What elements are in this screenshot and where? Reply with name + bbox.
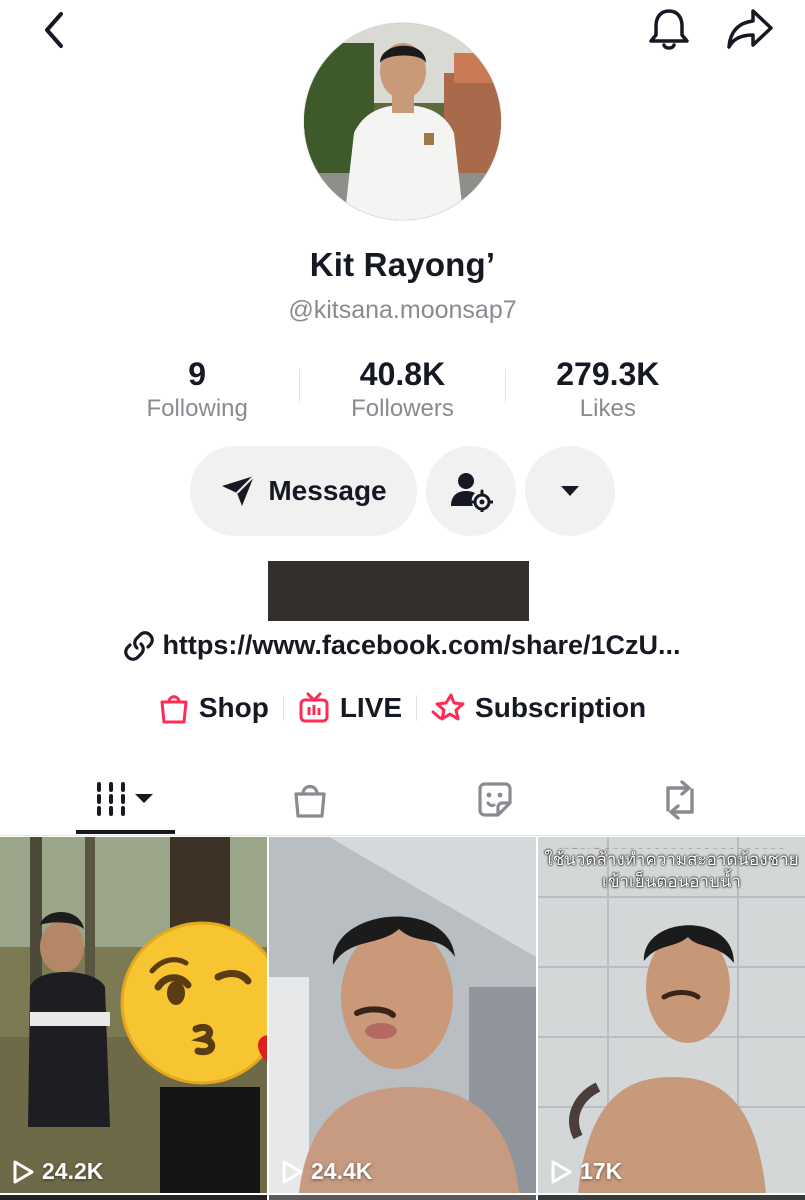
video-thumbnail[interactable]: 24.2K	[0, 837, 267, 1193]
chevron-left-icon	[45, 12, 63, 48]
stat-followers[interactable]: 40.8K Followers	[300, 355, 504, 427]
user-settings-icon	[451, 473, 493, 512]
video-grid: 24.2K 24.4K ใช้นวดล้างทำความสะอาดน้องชาย…	[0, 837, 805, 1200]
video-thumbnail[interactable]: หลนองงงงงงงงงงงงงงงงงงงงงง ใช้นวดล้างทำค…	[538, 837, 805, 1193]
tab-shop[interactable]	[270, 770, 350, 830]
feature-links: Shop LIVE Subscription	[0, 692, 805, 724]
shop-link[interactable]: Shop	[145, 692, 283, 724]
shopping-bag-icon	[160, 695, 188, 724]
content-tabs	[0, 760, 805, 836]
notification-button[interactable]	[644, 4, 694, 54]
profile-stats: 9 Following 40.8K Followers 279.3K Likes	[95, 355, 710, 427]
stat-label: Likes	[579, 395, 636, 422]
caption-line: เข้าเย็นตอนอาบน้ำ	[602, 872, 741, 892]
stat-value: 40.8K	[359, 356, 446, 392]
friend-settings-button[interactable]	[426, 446, 516, 536]
live-link[interactable]: LIVE	[284, 692, 416, 724]
kiss-emoji-sticker	[118, 917, 267, 1095]
active-tab-indicator	[76, 830, 175, 834]
more-button[interactable]	[525, 446, 615, 536]
back-button[interactable]	[32, 8, 76, 52]
view-count: 24.4K	[281, 1158, 372, 1185]
tab-liked[interactable]	[455, 770, 535, 830]
tab-videos[interactable]	[76, 770, 176, 830]
view-count: 17K	[550, 1158, 622, 1185]
shop-label: Shop	[198, 692, 269, 723]
display-name: Kit Rayong’	[309, 246, 496, 283]
stat-label: Following	[146, 395, 248, 422]
bag-icon	[294, 784, 326, 818]
play-icon	[551, 1160, 572, 1183]
caret-down-icon	[561, 486, 579, 496]
tab-reposts[interactable]	[640, 770, 720, 830]
stat-value: 9	[188, 356, 207, 392]
star-badge-icon	[431, 693, 465, 721]
redacted-bio	[268, 561, 529, 621]
caption-line: ใช้นวดล้างทำความสะอาดน้องชาย	[544, 850, 799, 870]
play-icon	[282, 1160, 303, 1183]
bio-link[interactable]: https://www.facebook.com/share/1CzU...	[0, 630, 805, 661]
live-label: LIVE	[339, 692, 403, 723]
view-count: 24.2K	[12, 1158, 103, 1185]
stat-likes[interactable]: 279.3K Likes	[506, 355, 710, 427]
subscription-link[interactable]: Subscription	[417, 692, 660, 724]
link-text: https://www.facebook.com/share/1CzU...	[162, 630, 681, 660]
send-icon	[222, 475, 256, 506]
message-button[interactable]: Message	[190, 446, 417, 536]
next-row-peek	[269, 1195, 536, 1200]
stat-following[interactable]: 9 Following	[95, 355, 299, 427]
view-count-text: 24.4K	[311, 1158, 373, 1184]
avatar[interactable]	[303, 22, 502, 221]
tv-live-icon	[299, 692, 329, 723]
view-count-text: 24.2K	[42, 1158, 104, 1184]
play-icon	[13, 1160, 34, 1183]
sticker-icon	[478, 782, 512, 817]
stat-value: 279.3K	[556, 356, 660, 392]
grid-icon	[97, 782, 153, 816]
share-arrow-icon	[727, 9, 773, 49]
share-button[interactable]	[722, 4, 778, 54]
stat-label: Followers	[351, 395, 454, 422]
bell-icon	[649, 9, 689, 50]
repost-icon	[666, 780, 694, 820]
subscription-label: Subscription	[475, 692, 647, 723]
username: @kitsana.moonsap7	[288, 296, 517, 324]
video-thumbnail[interactable]: 24.4K	[269, 837, 536, 1193]
video-frame	[269, 837, 536, 1193]
video-caption: หลนองงงงงงงงงงงงงงงงงงงงงง ใช้นวดล้างทำค…	[538, 843, 805, 893]
next-row-peek	[0, 1195, 267, 1200]
profile-photo	[304, 23, 501, 220]
message-button-label: Message	[268, 475, 387, 506]
link-icon	[124, 630, 155, 661]
next-row-peek	[538, 1195, 805, 1200]
view-count-text: 17K	[580, 1158, 623, 1184]
